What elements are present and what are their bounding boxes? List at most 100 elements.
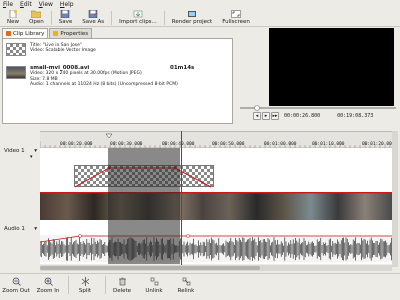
- delete-button[interactable]: Delete: [108, 274, 136, 294]
- menu-edit[interactable]: Edit: [20, 1, 32, 8]
- scroll-thumb[interactable]: [40, 266, 260, 270]
- chevron-down-icon[interactable]: ▾: [34, 148, 37, 154]
- tick-label: 00:01:20.000: [362, 142, 395, 147]
- audio-waveform: [40, 234, 392, 262]
- zoom-in-icon: [44, 277, 53, 286]
- toolbar-separator: [111, 11, 113, 25]
- save-as-button[interactable]: Save As: [77, 9, 109, 27]
- import-clips-label: Import clips...: [119, 19, 157, 25]
- toolbar-separator: [68, 276, 69, 294]
- tick-label: 00:00:50.000: [212, 142, 245, 147]
- menu-file[interactable]: File: [3, 1, 13, 8]
- rewind-button[interactable]: ◂: [253, 112, 261, 120]
- import-clips-button[interactable]: Import clips...: [114, 9, 162, 27]
- playhead-marker[interactable]: [105, 133, 113, 139]
- save-as-label: Save As: [82, 19, 105, 25]
- audio-track-header[interactable]: Audio 1 ▾: [2, 226, 39, 232]
- clip-type: Video: Scalable Vector Image: [30, 48, 96, 54]
- transport-controls: ◂ ▸ ▸▸ 00:00:26.800 00:19:08.373: [253, 112, 373, 120]
- properties-icon: [53, 31, 59, 36]
- unlink-button[interactable]: Unlink: [140, 274, 168, 294]
- video-track-header[interactable]: Video 1 ▾: [2, 148, 39, 154]
- tick-label: 00:00:40.000: [162, 142, 195, 147]
- audio-track[interactable]: [40, 232, 392, 264]
- zoom-out-icon: [12, 277, 21, 286]
- new-button[interactable]: New: [2, 9, 24, 27]
- video-track[interactable]: [40, 148, 392, 233]
- split-icon: [81, 277, 89, 286]
- save-as-icon: [88, 10, 98, 18]
- timeline-toolbar: Zoom Out Zoom In Split Delete Unlink Rel…: [0, 273, 400, 300]
- audio-track-label: Audio 1: [4, 226, 25, 232]
- chevron-down-icon[interactable]: ▾: [34, 226, 37, 232]
- fullscreen-icon: [231, 10, 241, 18]
- relink-label: Relink: [177, 288, 195, 294]
- render-project-button[interactable]: Render project: [167, 9, 217, 27]
- zoom-out-button[interactable]: Zoom Out: [2, 274, 30, 294]
- import-icon: [133, 10, 143, 18]
- render-project-label: Render project: [171, 19, 213, 25]
- playhead-line[interactable]: [181, 131, 182, 266]
- list-item[interactable]: small-mvi_0008.avi Video: 320 x 240 pixe…: [6, 65, 194, 88]
- tab-properties[interactable]: Properties: [49, 28, 93, 38]
- fullscreen-button[interactable]: Fullscreen: [217, 9, 255, 27]
- play-button[interactable]: ▸: [262, 112, 270, 120]
- tick-label: 00:00:30.000: [110, 142, 143, 147]
- tick-label: 00:00:20.000: [60, 142, 93, 147]
- new-document-icon: [9, 10, 17, 18]
- video-volume-line[interactable]: [40, 190, 392, 200]
- toolbar-separator: [105, 276, 106, 294]
- video-preview: [269, 28, 394, 106]
- open-label: Open: [29, 19, 44, 25]
- new-label: New: [7, 19, 19, 25]
- folder-open-icon: [31, 10, 42, 18]
- unlink-icon: [150, 277, 158, 286]
- clip-thumbnail: [6, 66, 26, 79]
- relink-icon: [182, 277, 190, 286]
- library-tabs: Clip Library Properties: [2, 28, 93, 38]
- tab-clip-library-label: Clip Library: [13, 30, 45, 37]
- timeline-ruler[interactable]: 00:00:20.000 00:00:30.000 00:00:40.000 0…: [40, 131, 395, 149]
- save-button[interactable]: Save: [54, 9, 78, 27]
- split-button[interactable]: Split: [71, 274, 99, 294]
- volume-keyframe[interactable]: [78, 234, 82, 238]
- save-icon: [61, 10, 70, 18]
- chevron-down-icon[interactable]: ▾: [30, 154, 33, 160]
- clip-thumbnail: [6, 43, 26, 56]
- menu-view[interactable]: View: [39, 1, 53, 8]
- selection-region[interactable]: [108, 148, 180, 264]
- delete-icon: [118, 277, 126, 286]
- toolbar-separator: [163, 11, 165, 25]
- delete-label: Delete: [112, 288, 132, 294]
- clip-library-icon: [6, 31, 11, 36]
- save-label: Save: [58, 19, 73, 25]
- video-track-label: Video 1: [4, 148, 25, 154]
- fullscreen-label: Fullscreen: [222, 19, 250, 25]
- menu-help[interactable]: Help: [60, 1, 74, 8]
- tab-clip-library[interactable]: Clip Library: [2, 28, 49, 38]
- split-label: Split: [78, 288, 92, 294]
- zoom-in-button[interactable]: Zoom In: [34, 274, 62, 294]
- tick-label: 00:01:10.000: [312, 142, 345, 147]
- duration-timecode: 00:19:08.373: [337, 113, 374, 119]
- horizontal-scrollbar[interactable]: [40, 265, 392, 271]
- tab-properties-label: Properties: [60, 30, 89, 37]
- position-timecode: 00:00:26.800: [284, 113, 321, 119]
- menubar: File Edit View Help: [0, 0, 400, 9]
- clip-audio-info: Audio: 1 channels at 11024 Hz (8 bits) (…: [30, 82, 178, 88]
- vertical-scrollbar[interactable]: [392, 131, 398, 267]
- toolbar-separator: [50, 11, 52, 25]
- render-icon: [188, 11, 196, 17]
- open-button[interactable]: Open: [24, 9, 49, 27]
- main-toolbar: New Open Save Save As Import clips... Re…: [0, 9, 400, 27]
- relink-button[interactable]: Relink: [172, 274, 200, 294]
- unlink-label: Unlink: [145, 288, 163, 294]
- position-slider[interactable]: [238, 105, 398, 111]
- volume-keyframe[interactable]: [186, 234, 190, 238]
- list-item[interactable]: Title: "Live in San Jose" Video: Scalabl…: [6, 43, 96, 56]
- zoom-out-label: Zoom Out: [2, 288, 30, 294]
- tick-label: 00:01:00.000: [264, 142, 297, 147]
- clip-duration: 01m14s: [170, 65, 195, 71]
- forward-button[interactable]: ▸▸: [271, 112, 279, 120]
- zoom-in-label: Zoom In: [36, 288, 60, 294]
